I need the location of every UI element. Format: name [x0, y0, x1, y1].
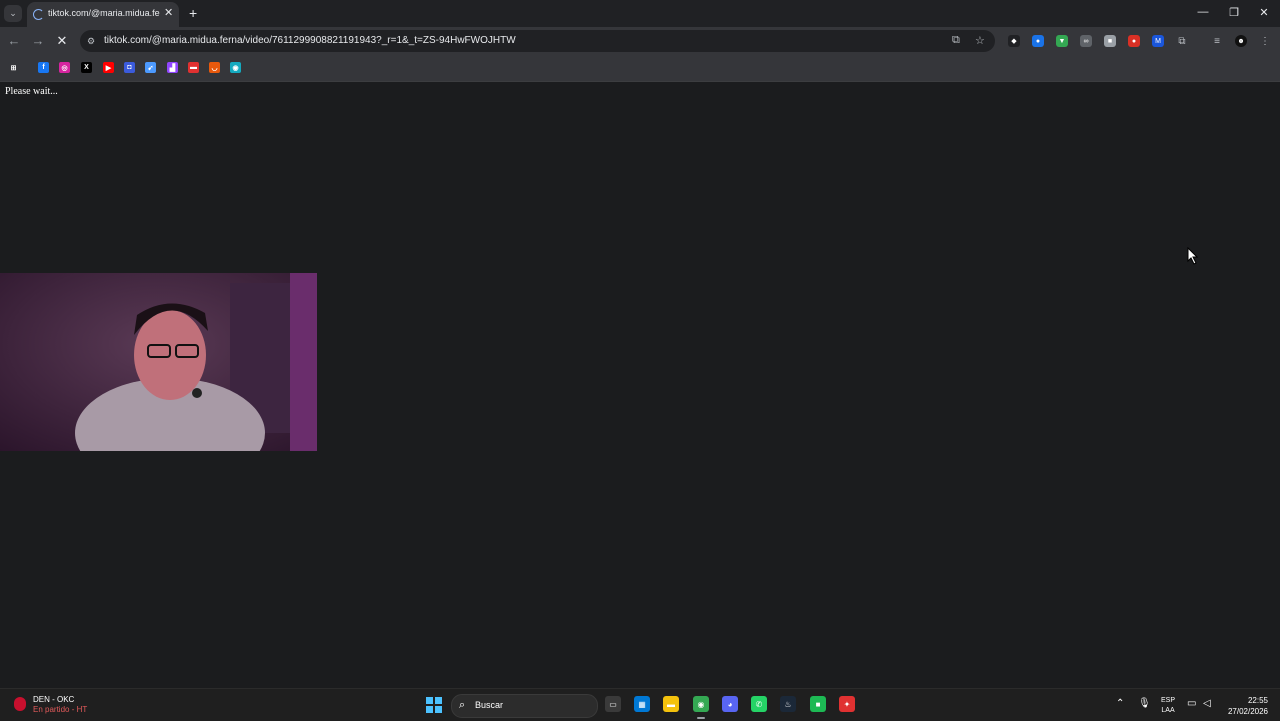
clock[interactable]: 22:55 27/02/2026: [1222, 695, 1268, 717]
bookmark-blue-icon[interactable]: ◘: [124, 62, 135, 73]
restore-button[interactable]: ❐: [1224, 6, 1244, 19]
glasses-extension-icon[interactable]: ∞: [1080, 35, 1092, 47]
steam-icon[interactable]: ♨: [780, 696, 796, 712]
shield-extension-icon[interactable]: ▼: [1056, 35, 1068, 47]
tray-chevron-icon[interactable]: ⌃: [1116, 698, 1124, 709]
apps-bookmark-icon[interactable]: ⊞: [8, 62, 19, 73]
bookmark-star-icon[interactable]: ☆: [975, 34, 985, 47]
profile-avatar[interactable]: ☻: [1235, 35, 1247, 47]
taskbar: DEN - OKC En partido - HT ⌕ Buscar ▭ ▦ ▬ ◉ ◕…: [0, 688, 1280, 721]
chevron-down-icon: ⌄: [9, 8, 17, 18]
tab-close-icon[interactable]: ✕: [164, 6, 173, 19]
red-extension-icon[interactable]: ●: [1128, 35, 1140, 47]
chrome-active-indicator: [697, 717, 705, 719]
menu-kebab-icon[interactable]: ⋮: [1259, 35, 1271, 47]
tab-search-button[interactable]: ⌄: [4, 5, 22, 22]
extensions-puzzle-icon[interactable]: ⧉: [1176, 35, 1188, 47]
url-text[interactable]: tiktok.com/@maria.midua.ferna/video/7611…: [104, 35, 516, 46]
forward-button[interactable]: →: [30, 33, 46, 48]
minimize-button[interactable]: —: [1193, 6, 1213, 18]
tab-title: tiktok.com/@maria.midua.ferna: [48, 8, 160, 18]
instagram-bookmark-icon[interactable]: ◎: [59, 62, 70, 73]
volume-icon[interactable]: ◁: [1203, 698, 1211, 709]
browser-toolbar: ← → ✕ ⚙ tiktok.com/@maria.midua.ferna/vi…: [0, 27, 1280, 56]
app-red-icon[interactable]: ✦: [839, 696, 855, 712]
bookmarks-bar: ⊞ f ◎ X ▶ ◘ ➹ ▟ ▬ ◡ ◉: [0, 56, 1280, 82]
app-green-icon[interactable]: ■: [810, 696, 826, 712]
taskbar-search[interactable]: ⌕ Buscar: [451, 694, 598, 718]
m-extension-icon[interactable]: M: [1152, 35, 1164, 47]
media-control-icon[interactable]: ≡: [1211, 35, 1223, 47]
clock-time: 22:55: [1247, 696, 1268, 705]
widget-title[interactable]: DEN - OKC: [33, 695, 74, 704]
mouse-cursor-icon: [1187, 247, 1199, 265]
active-tab[interactable]: tiktok.com/@maria.midua.ferna ✕: [27, 2, 179, 27]
youtube-bookmark-icon[interactable]: ▶: [103, 62, 114, 73]
search-placeholder: Buscar: [475, 700, 504, 710]
site-info-icon[interactable]: ⚙: [87, 36, 95, 47]
nba-widget-icon[interactable]: [14, 697, 26, 711]
tab-strip: ⌄ tiktok.com/@maria.midua.ferna ✕ + — ❐ …: [0, 0, 1280, 27]
start-button[interactable]: [426, 697, 442, 713]
widget-subtitle[interactable]: En partido - HT: [33, 705, 87, 714]
task-view-icon[interactable]: ▭: [605, 696, 621, 712]
whatsapp-icon[interactable]: ✆: [751, 696, 767, 712]
bookmark-teal-icon[interactable]: ◉: [230, 62, 241, 73]
store-icon[interactable]: ▦: [634, 696, 650, 712]
stop-loading-button[interactable]: ✕: [54, 33, 70, 49]
address-bar[interactable]: ⚙ tiktok.com/@maria.midua.ferna/video/76…: [80, 30, 995, 52]
bookmark-red-icon[interactable]: ▬: [188, 62, 199, 73]
lang-line2: LAA: [1161, 707, 1175, 714]
new-tab-button[interactable]: +: [189, 5, 197, 21]
lang-line1: ESP: [1161, 697, 1176, 704]
translate-icon[interactable]: ⧉: [952, 34, 960, 47]
microphone-icon[interactable]: 🎙: [1138, 698, 1151, 709]
loading-spinner-icon: [33, 9, 44, 20]
language-indicator[interactable]: ESP LAA: [1161, 696, 1175, 716]
x-bookmark-icon[interactable]: X: [81, 62, 92, 73]
file-explorer-icon[interactable]: ▬: [663, 696, 679, 712]
network-icon[interactable]: ▭: [1187, 698, 1196, 709]
facebook-bookmark-icon[interactable]: f: [38, 62, 49, 73]
bookmark-arrow-icon[interactable]: ➹: [145, 62, 156, 73]
back-button[interactable]: ←: [6, 33, 22, 48]
clock-date: 27/02/2026: [1227, 707, 1268, 716]
twitch-bookmark-icon[interactable]: ▟: [167, 62, 178, 73]
diamond-extension-icon[interactable]: ◆: [1008, 35, 1020, 47]
blue-extension-icon[interactable]: ●: [1032, 35, 1044, 47]
webcam-overlay-image: [0, 273, 317, 451]
please-wait-text: Please wait...: [5, 86, 58, 97]
close-window-button[interactable]: ✕: [1254, 6, 1274, 19]
bookmark-orange-icon[interactable]: ◡: [209, 62, 220, 73]
chrome-icon[interactable]: ◉: [693, 696, 709, 712]
search-icon: ⌕: [459, 699, 466, 711]
discord-icon[interactable]: ◕: [722, 696, 738, 712]
square-extension-icon[interactable]: ■: [1104, 35, 1116, 47]
